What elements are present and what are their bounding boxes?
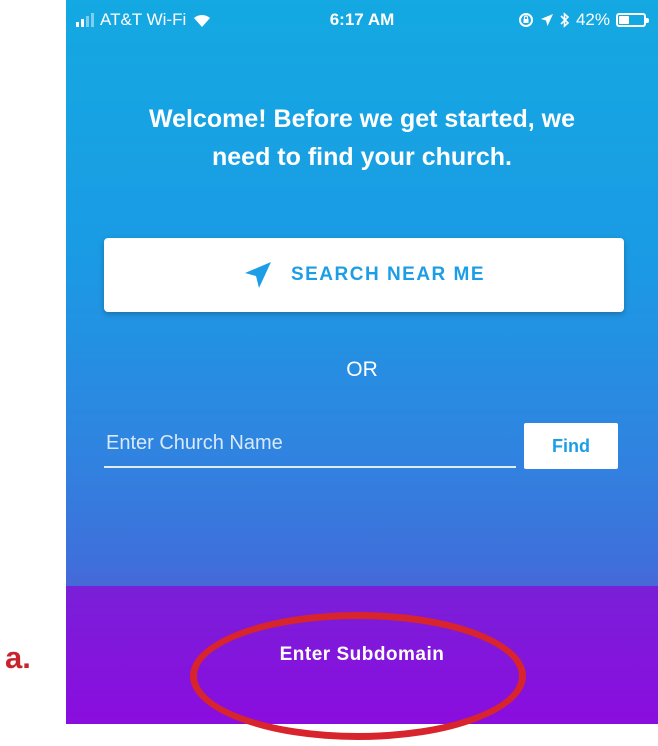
or-divider: OR [346,358,378,381]
annotation-label: a. [5,640,31,675]
status-bar: AT&T Wi-Fi 6:17 AM 42% [66,0,658,40]
search-near-me-button[interactable]: SEARCH NEAR ME [104,238,624,312]
phone-screen: AT&T Wi-Fi 6:17 AM 42% Welcome! Before w… [66,0,658,724]
welcome-line-2: need to find your church. [211,143,512,171]
status-right: 42% [518,10,649,30]
find-button[interactable]: Find [524,423,618,469]
battery-percent: 42% [575,10,610,29]
search-near-me-label: SEARCH NEAR ME [290,264,486,285]
page: a. AT&T Wi-Fi 6:17 AM 42% Welcome! Befor… [0,0,658,746]
welcome-line-1: Welcome! Before we get started, we [148,105,576,133]
location-icon [540,14,553,26]
welcome-message: Welcome! Before we get started, we need … [86,100,638,176]
location-arrow-icon [244,262,271,288]
bluetooth-icon [560,12,570,28]
orientation-lock-icon [518,13,533,27]
battery-icon [616,13,649,27]
battery-level [619,16,629,24]
church-name-input[interactable] [104,420,516,468]
enter-subdomain-button[interactable]: Enter Subdomain [212,586,512,724]
